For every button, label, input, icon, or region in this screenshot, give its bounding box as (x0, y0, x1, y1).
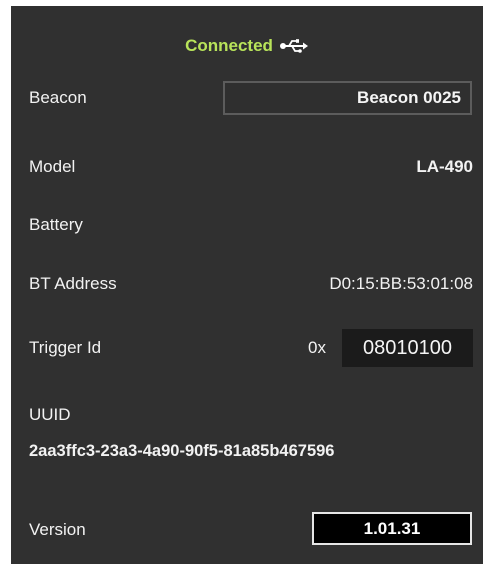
trigger-id-prefix: 0x (308, 338, 326, 357)
version-field[interactable]: 1.01.31 (312, 512, 472, 545)
usb-icon (279, 38, 309, 54)
connection-status-text: Connected (185, 36, 273, 55)
bt-address-value: D0:15:BB:53:01:08 (329, 274, 473, 293)
uuid-label: UUID (29, 405, 71, 424)
battery-label: Battery (29, 215, 83, 234)
trigger-id-label: Trigger Id (29, 338, 102, 357)
trigger-id-field[interactable]: 08010100 (342, 329, 473, 367)
beacon-name-field[interactable]: Beacon 0025 (223, 81, 472, 115)
connection-status: Connected (11, 33, 483, 59)
model-value: LA-490 (416, 157, 473, 176)
bt-address-label: BT Address (29, 274, 117, 293)
trigger-id-value: 08010100 (363, 336, 452, 359)
version-label: Version (29, 520, 86, 539)
version-value: 1.01.31 (363, 518, 421, 538)
uuid-value: 2aa3ffc3-23a3-4a90-90f5-81a85b467596 (29, 442, 335, 460)
beacon-name-value: Beacon 0025 (357, 88, 461, 107)
beacon-label: Beacon (29, 88, 87, 107)
beacon-info-panel: Connected Beacon Beacon 0025 Model LA-49… (11, 6, 483, 564)
model-label: Model (29, 157, 76, 176)
